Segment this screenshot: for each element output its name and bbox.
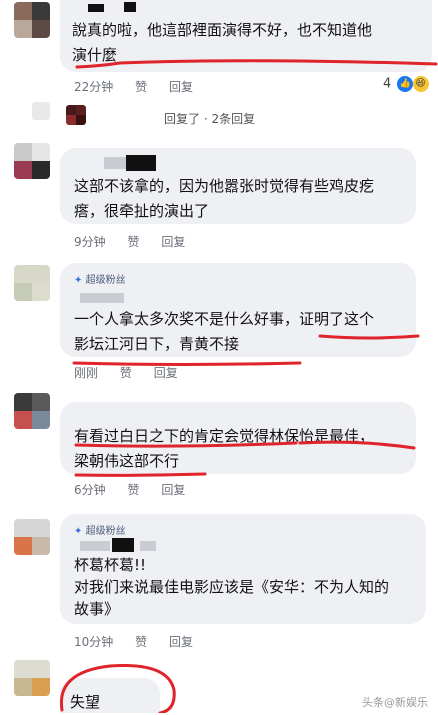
comment-meta: 9分钟 赞 回复 <box>74 233 203 250</box>
comment-text: 故事》 <box>74 600 120 618</box>
view-replies-link[interactable]: 回复了 · 2条回复 <box>164 110 255 127</box>
reply-button[interactable]: 回复 <box>161 235 185 249</box>
like-button[interactable]: 赞 <box>127 235 139 249</box>
redacted-name <box>112 538 134 552</box>
red-underline <box>72 334 420 366</box>
comment-text: 瘩，很牵扯的演出了 <box>74 202 210 220</box>
watermark: 头条@新娱乐 <box>362 696 428 709</box>
avatar[interactable] <box>14 519 50 555</box>
comment-time: 10分钟 <box>74 635 114 649</box>
reply-avatar <box>32 102 50 120</box>
comment-time: 9分钟 <box>74 235 106 249</box>
comment-text: 这部不该拿的，因为他嚣张时觉得有些鸡皮疙 <box>74 177 375 195</box>
redacted-name <box>80 541 110 551</box>
redacted-name <box>140 541 156 551</box>
super-fan-icon: ✦ <box>74 526 83 537</box>
red-underline <box>74 440 416 477</box>
redacted-name <box>126 155 156 171</box>
red-underline <box>75 59 438 69</box>
comment-meta: 10分钟 赞 回复 <box>74 633 211 650</box>
reply-avatar <box>66 105 86 125</box>
avatar[interactable] <box>14 143 50 179</box>
reply-button[interactable]: 回复 <box>169 635 193 649</box>
redacted-name <box>104 157 126 169</box>
like-button[interactable]: 赞 <box>135 635 147 649</box>
comment-text: 对我们来说最佳电影应该是《安华：不为人知的 <box>74 578 390 596</box>
super-fan-badge: ✦ 超级粉丝 <box>74 526 126 537</box>
